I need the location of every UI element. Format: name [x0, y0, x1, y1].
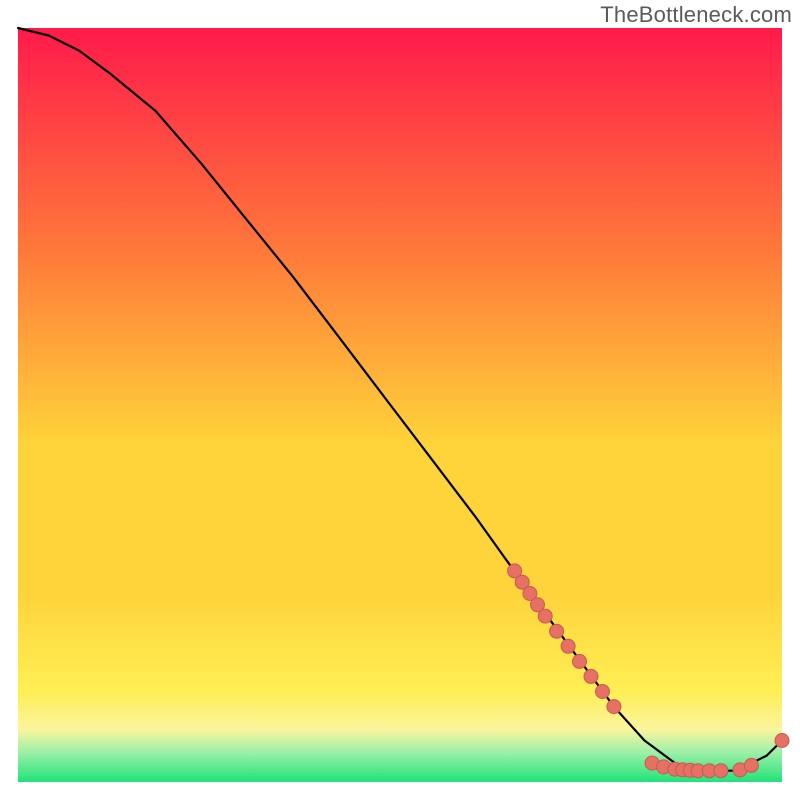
marker-cluster-a	[573, 654, 587, 668]
marker-cluster-a	[596, 685, 610, 699]
watermark-text: TheBottleneck.com	[600, 2, 792, 28]
marker-cluster-b	[744, 758, 758, 772]
marker-cluster-a	[584, 669, 598, 683]
bottleneck-chart	[0, 0, 800, 800]
marker-cluster-c	[775, 734, 789, 748]
marker-cluster-b	[714, 764, 728, 778]
marker-cluster-a	[561, 639, 575, 653]
marker-cluster-a	[538, 609, 552, 623]
marker-cluster-a	[607, 700, 621, 714]
marker-cluster-a	[550, 624, 564, 638]
plot-background	[18, 28, 782, 782]
chart-container: TheBottleneck.com	[0, 0, 800, 800]
